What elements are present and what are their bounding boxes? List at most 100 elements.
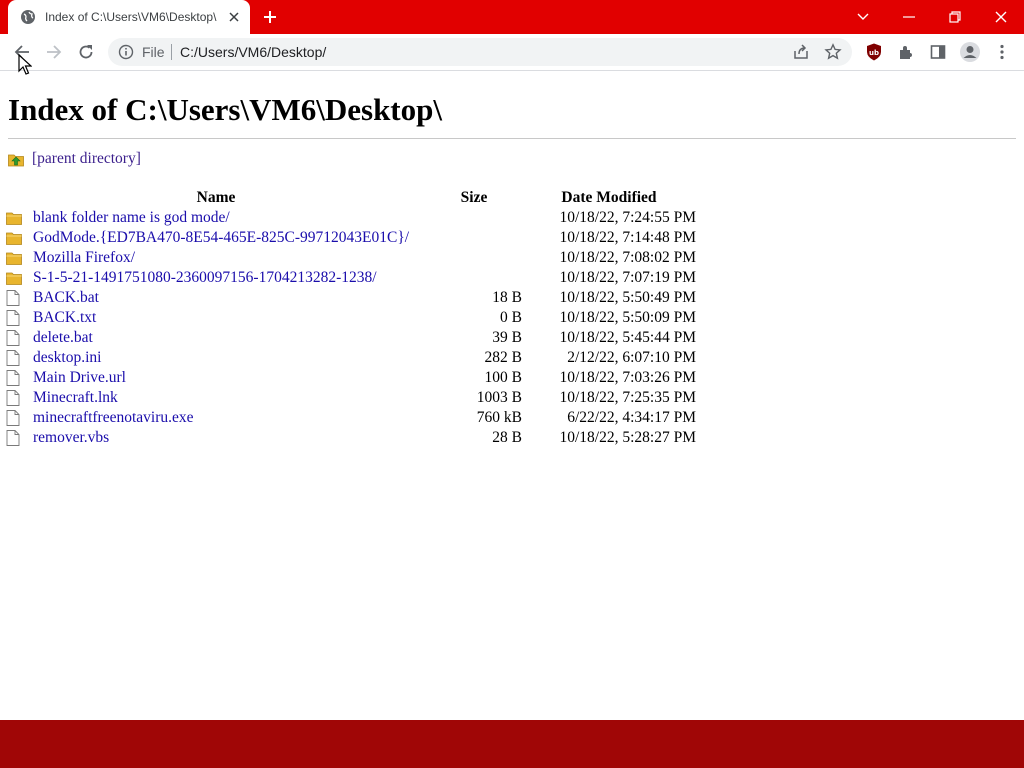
entry-link[interactable]: Mozilla Firefox/ (33, 249, 135, 267)
file-icon (6, 290, 26, 306)
entry-link[interactable]: minecraftfreenotaviru.exe (33, 409, 194, 427)
entry-link[interactable]: blank folder name is god mode/ (33, 209, 230, 227)
minimize-icon[interactable] (898, 6, 920, 28)
url-text[interactable]: C:/Users/VM6/Desktop/ (180, 44, 326, 60)
globe-icon (21, 10, 35, 24)
page-content: Index of C:\Users\VM6\Desktop\ [parent d… (0, 71, 1024, 720)
table-row: Main Drive.url 100 B 10/18/22, 7:03:26 PM (6, 368, 696, 388)
entry-link[interactable]: S-1-5-21-1491751080-2360097156-170421328… (33, 269, 377, 287)
size-cell: 39 B (492, 329, 522, 346)
file-icon (6, 410, 26, 426)
name-cell: S-1-5-21-1491751080-2360097156-170421328… (6, 268, 426, 288)
date-cell: 10/18/22, 7:08:02 PM (559, 249, 696, 266)
size-cell: 1003 B (476, 389, 522, 406)
restore-icon[interactable] (944, 6, 966, 28)
date-cell: 10/18/22, 7:25:35 PM (559, 389, 696, 406)
entry-link[interactable]: BACK.bat (33, 289, 99, 307)
size-cell: 282 B (484, 349, 522, 366)
name-cell: Main Drive.url (6, 368, 426, 388)
menu-icon[interactable] (990, 40, 1014, 64)
name-cell: BACK.txt (6, 308, 426, 328)
file-icon (6, 390, 26, 406)
tab-strip: Index of C:\Users\VM6\Desktop\ (0, 0, 1024, 34)
extensions-icon[interactable] (894, 40, 918, 64)
table-row: blank folder name is god mode/10/18/22, … (6, 208, 696, 228)
folder-icon (6, 230, 26, 246)
tab-active[interactable]: Index of C:\Users\VM6\Desktop\ (8, 0, 250, 34)
page-title: Index of C:\Users\VM6\Desktop\ (8, 92, 442, 127)
taskbar-strip (0, 720, 1024, 768)
ublock-icon[interactable]: ub (862, 40, 886, 64)
profile-icon[interactable] (958, 40, 982, 64)
size-cell: 760 kB (476, 409, 522, 426)
directory-table: Name Size Date Modified blank folder nam… (6, 187, 696, 448)
file-icon (6, 310, 26, 326)
size-cell: 100 B (484, 369, 522, 386)
name-cell: Minecraft.lnk (6, 388, 426, 408)
forward-icon[interactable] (42, 40, 66, 64)
entry-link[interactable]: desktop.ini (33, 349, 101, 367)
column-header-name[interactable]: Name (6, 187, 426, 208)
tab-title: Index of C:\Users\VM6\Desktop\ (45, 10, 217, 24)
mouse-cursor-icon (18, 54, 32, 75)
scheme-divider (171, 44, 172, 60)
table-row: Mozilla Firefox/10/18/22, 7:08:02 PM (6, 248, 696, 268)
date-cell: 2/12/22, 6:07:10 PM (567, 349, 696, 366)
close-window-icon[interactable] (990, 6, 1012, 28)
file-icon (6, 350, 26, 366)
entry-link[interactable]: Minecraft.lnk (33, 389, 118, 407)
table-row: Minecraft.lnk 1003 B 10/18/22, 7:25:35 PM (6, 388, 696, 408)
name-cell: remover.vbs (6, 428, 426, 448)
new-tab-icon[interactable] (260, 7, 280, 27)
entry-link[interactable]: BACK.txt (33, 309, 96, 327)
share-icon[interactable] (792, 43, 810, 61)
up-folder-icon (8, 154, 24, 167)
entry-link[interactable]: GodMode.{ED7BA470-8E54-465E-825C-9971204… (33, 229, 409, 247)
date-cell: 10/18/22, 7:07:19 PM (559, 269, 696, 286)
entry-link[interactable]: delete.bat (33, 329, 93, 347)
size-cell: 0 B (500, 309, 522, 326)
name-cell: Mozilla Firefox/ (6, 248, 426, 268)
table-row: remover.vbs 28 B 10/18/22, 5:28:27 PM (6, 428, 696, 448)
table-row: minecraftfreenotaviru.exe 760 kB 6/22/22, … (6, 408, 696, 428)
entry-link[interactable]: Main Drive.url (33, 369, 126, 387)
svg-text:ub: ub (869, 49, 879, 57)
table-header-row: Name Size Date Modified (6, 187, 696, 208)
size-cell (426, 228, 522, 248)
name-cell: BACK.bat (6, 288, 426, 308)
name-cell: GodMode.{ED7BA470-8E54-465E-825C-9971204… (6, 228, 426, 248)
name-cell: blank folder name is god mode/ (6, 208, 426, 228)
date-cell: 10/18/22, 5:28:27 PM (559, 429, 696, 446)
table-row: GodMode.{ED7BA470-8E54-465E-825C-9971204… (6, 228, 696, 248)
folder-icon (6, 210, 26, 226)
star-icon[interactable] (824, 43, 842, 61)
date-cell: 10/18/22, 5:50:49 PM (559, 289, 696, 306)
name-cell: delete.bat (6, 328, 426, 348)
address-bar[interactable]: File C:/Users/VM6/Desktop/ (108, 38, 852, 66)
table-row: S-1-5-21-1491751080-2360097156-170421328… (6, 268, 696, 288)
date-cell: 10/18/22, 7:24:55 PM (559, 209, 696, 226)
scheme-label: File (142, 44, 165, 60)
table-row: desktop.ini 282 B 2/12/22, 6:07:10 PM (6, 348, 696, 368)
column-header-date[interactable]: Date Modified (522, 187, 696, 208)
size-cell (426, 248, 522, 268)
table-row: BACK.bat 18 B 10/18/22, 5:50:49 PM (6, 288, 696, 308)
column-header-size[interactable]: Size (426, 187, 522, 208)
toolbar: File C:/Users/VM6/Desktop/ ub (0, 34, 1024, 71)
reload-icon[interactable] (74, 40, 98, 64)
size-cell: 18 B (492, 289, 522, 306)
folder-icon (6, 250, 26, 266)
sidepanel-icon[interactable] (926, 40, 950, 64)
name-cell: desktop.ini (6, 348, 426, 368)
info-icon[interactable] (118, 44, 134, 60)
close-icon[interactable] (226, 9, 242, 25)
entry-link[interactable]: remover.vbs (33, 429, 109, 447)
parent-directory-row: [parent directory] (8, 149, 141, 169)
size-cell (426, 268, 522, 288)
size-cell: 28 B (492, 429, 522, 446)
date-cell: 10/18/22, 7:03:26 PM (559, 369, 696, 386)
size-cell (426, 208, 522, 228)
file-icon (6, 330, 26, 346)
tab-search-icon[interactable] (852, 6, 874, 28)
parent-directory-link[interactable]: [parent directory] (32, 150, 141, 168)
